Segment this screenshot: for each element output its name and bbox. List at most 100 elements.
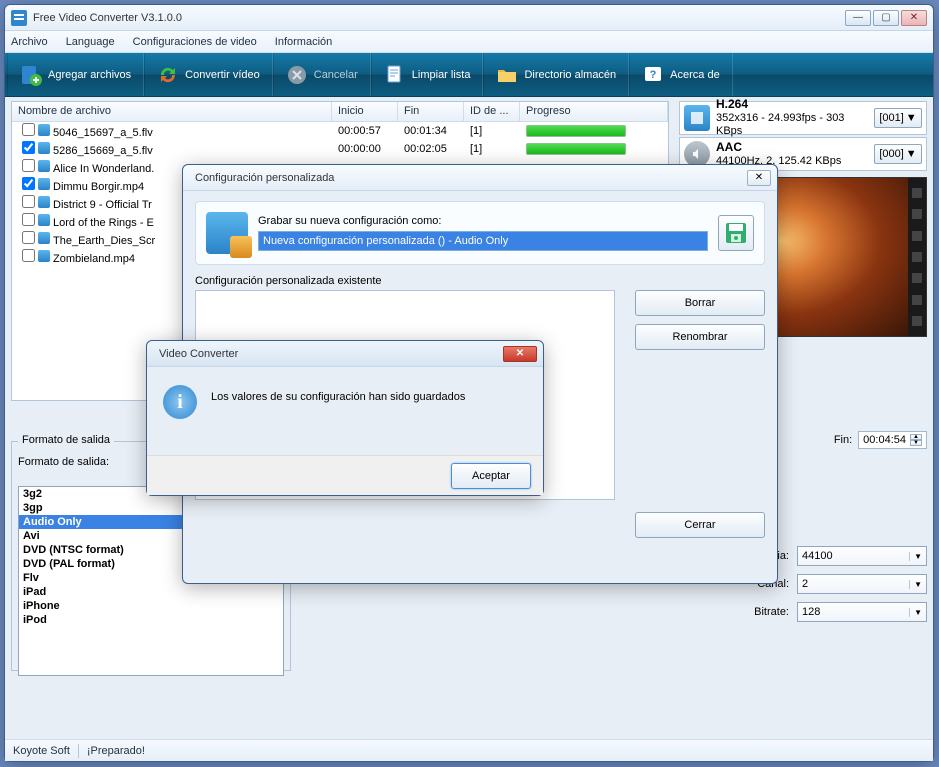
chevron-down-icon: ▼ bbox=[909, 608, 922, 617]
row-checkbox[interactable] bbox=[22, 231, 35, 244]
end-time-label: Fin: bbox=[834, 434, 852, 446]
end-time-control: Fin: 00:04:54 ▲▼ bbox=[834, 431, 927, 449]
close-config-button[interactable]: Cerrar bbox=[635, 512, 765, 538]
menu-language[interactable]: Language bbox=[66, 36, 115, 48]
file-name: Dimmu Borgir.mp4 bbox=[53, 181, 144, 193]
col-start[interactable]: Inicio bbox=[332, 102, 398, 121]
bitrate-select[interactable]: 128▼ bbox=[797, 602, 927, 622]
file-start: 00:00:57 bbox=[332, 125, 398, 137]
output-dir-button[interactable]: Directorio almacén bbox=[483, 53, 629, 96]
cancel-icon bbox=[286, 64, 308, 86]
col-progress[interactable]: Progreso bbox=[520, 102, 668, 121]
row-checkbox[interactable] bbox=[22, 195, 35, 208]
convert-label: Convertir vídeo bbox=[185, 69, 260, 81]
menu-archivo[interactable]: Archivo bbox=[11, 36, 48, 48]
file-icon bbox=[38, 214, 50, 226]
file-end: 00:02:05 bbox=[398, 143, 464, 155]
row-checkbox[interactable] bbox=[22, 123, 35, 136]
close-button[interactable]: ✕ bbox=[901, 10, 927, 26]
vendor-label: Koyote Soft bbox=[13, 745, 70, 757]
format-option[interactable]: iPhone bbox=[19, 599, 283, 613]
file-icon bbox=[38, 196, 50, 208]
about-label: Acerca de bbox=[670, 69, 720, 81]
frequency-select[interactable]: 44100▼ bbox=[797, 546, 927, 566]
app-icon bbox=[11, 10, 27, 26]
svg-text:?: ? bbox=[650, 69, 657, 81]
menu-config-video[interactable]: Configuraciones de video bbox=[133, 36, 257, 48]
row-checkbox[interactable] bbox=[22, 213, 35, 226]
row-checkbox[interactable] bbox=[22, 159, 35, 172]
row-checkbox[interactable] bbox=[22, 177, 35, 190]
format-option[interactable]: iPad bbox=[19, 585, 283, 599]
alert-dialog: Video Converter ✕ i Los valores de su co… bbox=[146, 340, 544, 496]
codec-info: H.264352x316 - 24.993fps - 303 KBps [001… bbox=[679, 101, 927, 173]
file-list-header: Nombre de archivo Inicio Fin ID de ... P… bbox=[12, 102, 668, 122]
video-codec-detail: 352x316 - 24.993fps - 303 KBps bbox=[716, 112, 844, 137]
output-format-tab[interactable]: Formato de salida bbox=[18, 434, 114, 446]
menu-informacion[interactable]: Información bbox=[275, 36, 332, 48]
minimize-button[interactable]: — bbox=[845, 10, 871, 26]
chevron-down-icon: ▼ bbox=[909, 580, 922, 589]
video-codec-select[interactable]: [001]▼ bbox=[874, 108, 922, 128]
existing-config-label: Configuración personalizada existente bbox=[195, 275, 765, 287]
config-name-input[interactable] bbox=[258, 231, 708, 251]
col-name[interactable]: Nombre de archivo bbox=[12, 102, 332, 121]
add-files-label: Agregar archivos bbox=[48, 69, 131, 81]
format-option[interactable]: iPod bbox=[19, 613, 283, 627]
progress-bar bbox=[526, 125, 626, 137]
col-id[interactable]: ID de ... bbox=[464, 102, 520, 121]
file-name: District 9 - Official Tr bbox=[53, 199, 152, 211]
convert-icon bbox=[157, 64, 179, 86]
add-files-button[interactable]: Agregar archivos bbox=[7, 53, 144, 96]
file-icon bbox=[38, 160, 50, 172]
config-film-icon bbox=[206, 212, 248, 254]
delete-config-button[interactable]: Borrar bbox=[635, 290, 765, 316]
col-end[interactable]: Fin bbox=[398, 102, 464, 121]
table-row[interactable]: 5286_15669_a_5.flv 00:00:0000:02:05[1] bbox=[12, 140, 668, 158]
row-checkbox[interactable] bbox=[22, 141, 35, 154]
save-config-button[interactable] bbox=[718, 215, 754, 251]
save-config-label: Grabar su nueva configuración como: bbox=[258, 215, 708, 227]
file-name: Lord of the Rings - E bbox=[53, 217, 154, 229]
file-id: [1] bbox=[464, 143, 520, 155]
chevron-down-icon: ▼ bbox=[909, 552, 922, 561]
audio-codec-select[interactable]: [000]▼ bbox=[874, 144, 922, 164]
progress-bar bbox=[526, 143, 626, 155]
info-icon: i bbox=[163, 385, 197, 419]
clear-icon bbox=[384, 64, 406, 86]
file-end: 00:01:34 bbox=[398, 125, 464, 137]
table-row[interactable]: 5046_15697_a_5.flv00:00:5700:01:34[1] bbox=[12, 122, 668, 140]
end-time-spinner[interactable]: 00:04:54 ▲▼ bbox=[858, 431, 927, 449]
save-config-row: Grabar su nueva configuración como: bbox=[195, 201, 765, 265]
file-start: 00:00:00 bbox=[332, 143, 398, 155]
rename-config-button[interactable]: Renombrar bbox=[635, 324, 765, 350]
channel-select[interactable]: 2▼ bbox=[797, 574, 927, 594]
file-name: Alice In Wonderland. bbox=[53, 163, 154, 175]
filmstrip-right bbox=[908, 178, 926, 336]
toolbar: Agregar archivos Convertir vídeo Cancela… bbox=[5, 53, 933, 97]
file-name: 5286_15669_a_5.flv bbox=[53, 145, 153, 157]
file-name: 5046_15697_a_5.flv bbox=[53, 127, 153, 139]
spinner-down-icon[interactable]: ▼ bbox=[910, 440, 922, 446]
video-codec-name: H.264 bbox=[716, 97, 748, 111]
alert-ok-button[interactable]: Aceptar bbox=[451, 463, 531, 489]
alert-title: Video Converter bbox=[159, 348, 503, 360]
config-dialog-close-button[interactable]: ✕ bbox=[747, 170, 771, 186]
help-icon: ? bbox=[642, 64, 664, 86]
file-icon bbox=[38, 178, 50, 190]
file-name: Zombieland.mp4 bbox=[53, 253, 135, 265]
menubar: Archivo Language Configuraciones de vide… bbox=[5, 31, 933, 53]
status-bar: Koyote Soft ¡Preparado! bbox=[5, 739, 933, 761]
file-icon bbox=[38, 250, 50, 262]
alert-message: Los valores de su configuración han sido… bbox=[211, 385, 465, 403]
convert-button[interactable]: Convertir vídeo bbox=[144, 53, 273, 96]
end-time-value: 00:04:54 bbox=[863, 434, 906, 446]
clear-list-button[interactable]: Limpiar lista bbox=[371, 53, 484, 96]
folder-icon bbox=[496, 64, 518, 86]
about-button[interactable]: ? Acerca de bbox=[629, 53, 733, 96]
file-name: The_Earth_Dies_Scr bbox=[53, 235, 155, 247]
floppy-disk-icon bbox=[724, 221, 748, 245]
alert-close-button[interactable]: ✕ bbox=[503, 346, 537, 362]
row-checkbox[interactable] bbox=[22, 249, 35, 262]
maximize-button[interactable]: ▢ bbox=[873, 10, 899, 26]
